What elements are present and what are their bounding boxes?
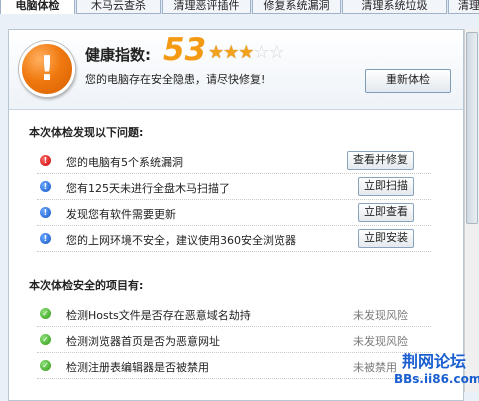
issue-row: ! 您有125天未进行全盘木马扫描了 立即扫描 — [37, 175, 431, 200]
tab-trojan-scan[interactable]: 木马云查杀 — [76, 0, 161, 14]
issue-text: 您的电脑有5个系统漏洞 — [66, 156, 183, 169]
watermark-title: 荆网论坛 — [402, 352, 467, 371]
star-empty-icon: ☆ — [268, 42, 285, 63]
check-icon: ✓ — [40, 334, 51, 345]
vertical-scrollbar[interactable] — [464, 29, 478, 392]
health-message: 您的电脑存在安全隐患，请尽快修复! — [85, 73, 266, 86]
safe-item-text: 检测Hosts文件是否存在恶意域名劫持 — [66, 309, 251, 322]
tab-clean-junk[interactable]: 清理系统垃圾 — [342, 0, 447, 14]
safe-row: ✓ 检测Hosts文件是否存在恶意域名劫持 未发现风险 — [37, 302, 431, 327]
scrollbar-thumb[interactable] — [466, 32, 478, 224]
view-now-button[interactable]: 立即查看 — [358, 203, 414, 222]
star-filled-icon: ★ — [208, 42, 224, 63]
star-filled-icon: ★ — [223, 42, 239, 63]
tab-clean-more[interactable]: 清理 — [448, 0, 479, 14]
install-now-button[interactable]: 立即安装 — [358, 229, 414, 248]
blue-info-icon: ! — [40, 207, 51, 218]
safe-item-status: 未被禁用 — [353, 361, 397, 374]
safe-row: ✓ 检测浏览器首页是否为恶意网址 未发现风险 — [37, 328, 431, 353]
issue-row: ! 发现您有软件需要更新 立即查看 — [37, 201, 431, 226]
watermark-url: BBs.ii86.com — [394, 372, 479, 386]
issue-text: 您的上网环境不安全，建议使用360安全浏览器 — [66, 234, 296, 247]
issue-row: ! 您的电脑有5个系统漏洞 查看并修复 — [37, 149, 431, 174]
blue-info-icon: ! — [40, 233, 51, 244]
issue-text: 您有125天未进行全盘木马扫描了 — [66, 182, 230, 195]
health-header: ! 健康指数: 53 ★★★☆☆ 您的电脑存在安全隐患，请尽快修复! 重新体检 — [9, 30, 463, 110]
scan-now-button[interactable]: 立即扫描 — [358, 177, 414, 196]
health-score: 53 — [163, 32, 207, 68]
tab-bar: 电脑体检 木马云查杀 清理恶评插件 修复系统漏洞 清理系统垃圾 清理 — [0, 0, 479, 14]
blue-info-icon: ! — [40, 181, 51, 192]
safe-section-title: 本次体检安全的项目有: — [29, 279, 144, 292]
star-rating: ★★★☆☆ — [208, 42, 285, 63]
safe-item-text: 检测注册表编辑器是否被禁用 — [66, 361, 209, 374]
recheck-button[interactable]: 重新体检 — [365, 69, 451, 93]
warning-icon: ! — [19, 41, 75, 97]
tab-checkup[interactable]: 电脑体检 — [0, 0, 75, 14]
check-icon: ✓ — [40, 360, 51, 371]
star-filled-icon: ★ — [238, 42, 254, 63]
star-empty-icon: ☆ — [253, 42, 269, 63]
red-alert-icon: ! — [40, 155, 51, 166]
issues-section-title: 本次体检发现以下问题: — [29, 126, 144, 139]
check-icon: ✓ — [40, 308, 51, 319]
issue-row: ! 您的上网环境不安全，建议使用360安全浏览器 立即安装 — [37, 227, 431, 252]
health-index-label: 健康指数: — [85, 46, 151, 64]
tab-fix-vulnerabilities[interactable]: 修复系统漏洞 — [252, 0, 341, 14]
safe-row: ✓ 检测注册表编辑器是否被禁用 未被禁用 — [37, 354, 431, 379]
view-and-fix-button[interactable]: 查看并修复 — [347, 151, 414, 170]
tab-clean-plugins[interactable]: 清理恶评插件 — [162, 0, 251, 14]
safe-item-text: 检测浏览器首页是否为恶意网址 — [66, 335, 220, 348]
safe-item-status: 未发现风险 — [353, 309, 408, 322]
forum-watermark: 荆网论坛 BBs.ii86.com — [392, 343, 479, 392]
issue-text: 发现您有软件需要更新 — [66, 208, 176, 221]
